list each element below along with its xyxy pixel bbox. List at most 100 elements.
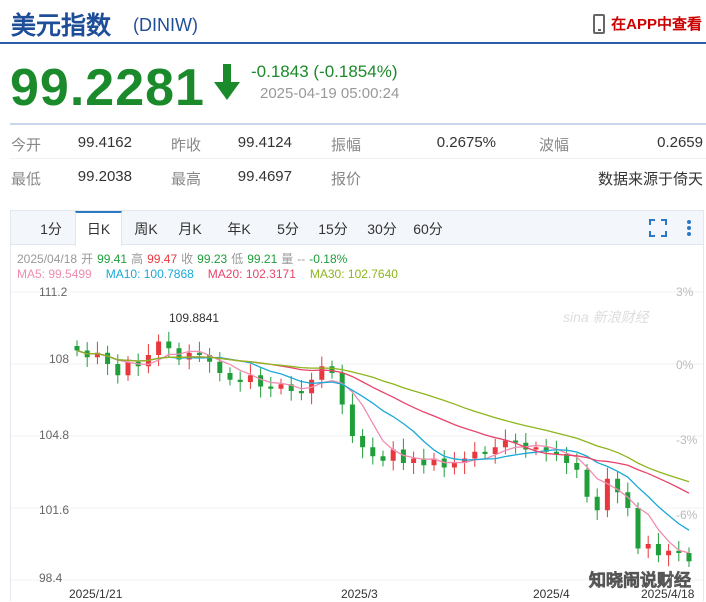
stat-label: 最低 xyxy=(11,171,42,188)
candle xyxy=(309,372,315,405)
y-right-tick: 3% xyxy=(676,285,694,299)
candle xyxy=(380,450,386,467)
tab-5min[interactable]: 5分 xyxy=(273,211,303,245)
y-right-tick: -6% xyxy=(676,508,698,522)
candle xyxy=(227,367,233,386)
candle xyxy=(492,438,498,464)
stat-label: 报价 xyxy=(331,171,362,188)
footer-watermark: 知晓闹说财经 xyxy=(588,570,691,590)
ohlc-info: 2025/04/18 开 99.41 高 99.47 收 99.23 低 99.21 量 -- -0.… xyxy=(17,250,351,267)
stat-label: 昨收 xyxy=(171,137,202,154)
tab-yearly[interactable]: 年K xyxy=(221,211,257,245)
candle xyxy=(472,442,478,467)
y-tick: 111.2 xyxy=(39,285,68,299)
candle xyxy=(553,440,559,461)
stat-value: 0.2659 xyxy=(657,134,703,151)
stat-value: 99.4697 xyxy=(237,168,292,185)
more-icon[interactable] xyxy=(685,219,693,237)
max-price-label: 109.8841 xyxy=(169,311,219,325)
candle xyxy=(360,429,366,459)
candle xyxy=(441,450,447,478)
ma5-label: MA5: 99.5499 xyxy=(17,267,92,281)
page-header: 美元指数 (DINIW) 在APP中查看 xyxy=(0,0,706,44)
current-price: 99.2281 xyxy=(10,59,205,117)
candle xyxy=(288,375,294,401)
tab-weekly[interactable]: 周K xyxy=(128,211,164,245)
tab-monthly[interactable]: 月K xyxy=(172,211,208,245)
info-open-label: 开 xyxy=(81,252,94,266)
y-tick: 104.8 xyxy=(39,428,69,442)
stat-value: 99.2038 xyxy=(77,168,132,185)
tab-60min[interactable]: 60分 xyxy=(409,211,447,245)
stats-row: 最低 99.2038 最高 99.4697 报价 数据来源于倚天 xyxy=(0,168,706,190)
candle xyxy=(84,342,90,367)
period-tabs: 1分 日K 周K 月K 年K 5分 15分 30分 60分 xyxy=(11,211,703,246)
ma-legend: MA5: 99.5499 MA10: 100.7868 MA20: 102.3171… xyxy=(17,267,402,281)
candle xyxy=(604,467,610,518)
candle xyxy=(686,547,692,567)
candle xyxy=(431,452,437,471)
tab-1min[interactable]: 1分 xyxy=(33,211,69,245)
candle xyxy=(329,360,335,379)
candle xyxy=(451,451,457,475)
candle xyxy=(237,371,243,392)
x-tick: 2025/1/21 xyxy=(69,587,123,601)
fullscreen-icon[interactable] xyxy=(649,219,667,237)
stat-label: 今开 xyxy=(11,137,42,154)
candle xyxy=(533,441,539,456)
stat-value: 99.4162 xyxy=(77,134,132,151)
candle xyxy=(105,345,111,376)
ma30-label: MA30: 102.7640 xyxy=(309,267,398,281)
tab-daily[interactable]: 日K xyxy=(75,211,122,246)
candle xyxy=(411,451,417,475)
candle xyxy=(635,502,641,555)
info-close: 99.23 xyxy=(197,252,228,266)
candle xyxy=(615,471,621,504)
info-low: 99.21 xyxy=(247,252,278,266)
tab-30min[interactable]: 30分 xyxy=(363,211,401,245)
candle xyxy=(370,437,376,465)
data-source: 数据来源于倚天 xyxy=(597,171,703,188)
candle xyxy=(298,379,304,401)
candle xyxy=(74,340,80,357)
info-vol-label: 量 xyxy=(281,252,294,266)
info-high: 99.47 xyxy=(147,252,178,266)
y-right-tick: 0% xyxy=(676,358,694,372)
tab-15min[interactable]: 15分 xyxy=(314,211,352,245)
candle xyxy=(594,488,600,520)
candle xyxy=(247,364,253,389)
info-date: 2025/04/18 xyxy=(17,252,78,266)
stats-row: 今开 99.4162 昨收 99.4124 振幅 0.2675% 波幅 0.26… xyxy=(0,134,706,156)
y-right-tick: -3% xyxy=(676,433,698,447)
y-tick: 101.6 xyxy=(39,503,69,517)
ma10-label: MA10: 100.7868 xyxy=(105,267,194,281)
quote-time: 2025-04-19 05:00:24 xyxy=(260,85,400,102)
info-vol: -- xyxy=(297,252,306,266)
stat-value: 99.4124 xyxy=(237,134,292,151)
chart-watermark: sina 新浪财经 xyxy=(563,309,651,325)
open-in-app-label: 在APP中查看 xyxy=(611,16,702,33)
open-in-app-link[interactable]: 在APP中查看 xyxy=(593,13,702,34)
info-pct: -0.18% xyxy=(309,252,348,266)
index-title: 美元指数 xyxy=(11,12,112,40)
y-tick: 98.4 xyxy=(39,571,63,585)
info-high-label: 高 xyxy=(131,252,144,266)
kline-chart[interactable]: sina 新浪财经 111.2 108 104.8 101.6 98.4 3% … xyxy=(11,282,703,602)
x-tick: 2025/3 xyxy=(341,587,378,601)
x-tick: 2025/4 xyxy=(533,587,570,601)
y-tick: 108 xyxy=(49,352,69,366)
candle xyxy=(207,348,213,373)
stat-label: 最高 xyxy=(171,171,202,188)
ma20-label: MA20: 102.3171 xyxy=(207,267,296,281)
candle xyxy=(145,343,151,374)
divider xyxy=(10,123,706,125)
row-divider xyxy=(10,158,706,159)
stat-label: 振幅 xyxy=(331,137,362,154)
stat-label: 波幅 xyxy=(539,137,570,154)
candle xyxy=(268,376,274,398)
candle xyxy=(166,331,172,357)
phone-icon xyxy=(593,13,606,34)
candle xyxy=(349,393,355,443)
index-code: (DINIW) xyxy=(133,15,198,35)
info-open: 99.41 xyxy=(97,252,128,266)
